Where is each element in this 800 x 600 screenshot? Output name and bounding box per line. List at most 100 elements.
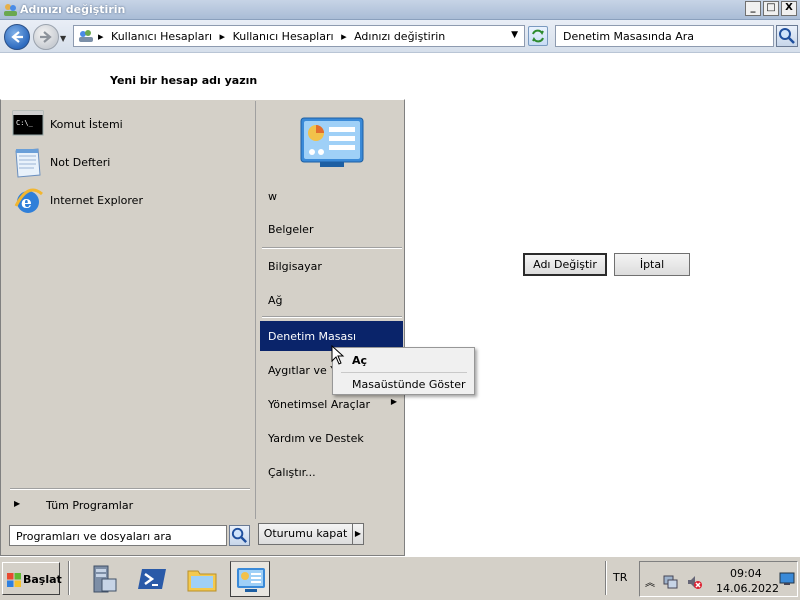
start-label: Başlat bbox=[23, 573, 62, 586]
control-panel-small-icon bbox=[77, 28, 95, 47]
search-icon bbox=[231, 527, 247, 543]
taskbar-control-panel[interactable] bbox=[230, 561, 270, 597]
program-search-button[interactable] bbox=[229, 525, 250, 546]
start-item-run[interactable]: Çalıştır... bbox=[260, 457, 403, 487]
taskbar-server-manager[interactable] bbox=[84, 561, 124, 597]
refresh-icon bbox=[532, 29, 544, 43]
notepad-icon bbox=[12, 148, 44, 178]
start-item-label: Yönetimsel Araçlar bbox=[268, 398, 371, 411]
separator bbox=[68, 561, 70, 595]
show-desktop-icon[interactable] bbox=[779, 572, 795, 589]
clock-time[interactable]: 09:04 bbox=[730, 567, 762, 580]
start-menu-left-panel: C:\_ Komut İstemi Not Defteri e Internet… bbox=[2, 101, 255, 519]
search-input[interactable]: Denetim Masasında Ara bbox=[555, 25, 774, 47]
start-item-label: Ağ bbox=[268, 294, 283, 307]
pinned-item-label: Internet Explorer bbox=[50, 194, 143, 207]
logoff-button[interactable]: Oturumu kapat bbox=[258, 523, 353, 545]
separator bbox=[262, 247, 402, 249]
close-button[interactable]: X bbox=[781, 1, 797, 16]
pinned-item-cmd[interactable]: C:\_ Komut İstemi bbox=[12, 108, 252, 142]
start-item-label: Çalıştır... bbox=[268, 466, 316, 479]
svg-text:C:\_: C:\_ bbox=[16, 119, 34, 127]
title-bar: Adınızı değiştirin _ □ X bbox=[0, 0, 800, 20]
show-hidden-icons-icon[interactable]: ︽ bbox=[645, 574, 655, 589]
breadcrumb-separator[interactable]: ▸ bbox=[220, 30, 226, 43]
pinned-item-label: Komut İstemi bbox=[50, 118, 123, 131]
maximize-button[interactable]: □ bbox=[763, 1, 779, 16]
taskbar-explorer[interactable] bbox=[182, 561, 222, 597]
folder-icon bbox=[187, 570, 217, 592]
all-programs-button[interactable]: ▶ Tüm Programlar bbox=[10, 494, 250, 516]
address-box[interactable]: ▸ Kullanıcı Hesapları ▸ Kullanıcı Hesapl… bbox=[73, 25, 525, 47]
taskbar-powershell[interactable] bbox=[132, 561, 172, 597]
internet-explorer-icon: e bbox=[12, 186, 44, 214]
arrow-right-icon: ▶ bbox=[14, 499, 21, 508]
breadcrumb-item[interactable]: Kullanıcı Hesapları bbox=[111, 30, 212, 43]
breadcrumb-separator[interactable]: ▸ bbox=[341, 30, 347, 43]
network-icon[interactable] bbox=[662, 574, 678, 593]
clock-date[interactable]: 14.06.2022 bbox=[716, 582, 779, 595]
search-button[interactable] bbox=[776, 25, 798, 47]
context-item-label: Masaüstünde Göster bbox=[352, 378, 466, 391]
start-item-label: w bbox=[268, 190, 277, 203]
context-item-show-on-desktop[interactable]: Masaüstünde Göster bbox=[335, 374, 472, 394]
start-menu-right-panel: w Belgeler Bilgisayar Ağ Denetim Masası … bbox=[255, 101, 404, 519]
start-item-network[interactable]: Ağ bbox=[260, 285, 403, 315]
context-item-label: Aç bbox=[352, 354, 368, 367]
control-panel-icon bbox=[237, 568, 265, 592]
start-button[interactable]: Başlat bbox=[2, 562, 62, 595]
minimize-button[interactable]: _ bbox=[745, 1, 761, 16]
start-item-label: Belgeler bbox=[268, 223, 314, 236]
separator bbox=[10, 488, 250, 490]
powershell-icon bbox=[138, 569, 166, 589]
system-tray: ︽ 09:04 14.06.2022 bbox=[639, 561, 798, 597]
program-search-placeholder: Programları ve dosyaları ara bbox=[16, 530, 172, 543]
pinned-item-notepad[interactable]: Not Defteri bbox=[12, 146, 252, 180]
volume-muted-icon[interactable] bbox=[686, 574, 702, 593]
user-accounts-icon bbox=[3, 2, 18, 17]
back-arrow-icon bbox=[11, 31, 23, 43]
cmd-icon: C:\_ bbox=[12, 110, 44, 138]
context-menu: Aç Masaüstünde Göster bbox=[332, 347, 475, 395]
control-panel-icon bbox=[300, 115, 364, 169]
start-item-computer[interactable]: Bilgisayar bbox=[260, 251, 403, 281]
search-icon bbox=[779, 28, 795, 44]
all-programs-label: Tüm Programlar bbox=[46, 499, 134, 512]
window-title: Adınızı değiştirin bbox=[20, 3, 126, 16]
forward-button[interactable] bbox=[33, 24, 59, 50]
breadcrumb-item[interactable]: Kullanıcı Hesapları bbox=[233, 30, 334, 43]
pinned-item-internet-explorer[interactable]: e Internet Explorer bbox=[12, 184, 252, 218]
shutdown-options-button[interactable]: ▶ bbox=[352, 523, 364, 545]
start-item-user[interactable]: w bbox=[260, 181, 403, 211]
pinned-item-label: Not Defteri bbox=[50, 156, 111, 169]
cancel-button[interactable]: İptal bbox=[614, 253, 690, 276]
forward-arrow-icon bbox=[40, 31, 52, 43]
breadcrumb-separator[interactable]: ▸ bbox=[98, 30, 104, 43]
back-button[interactable] bbox=[4, 24, 30, 50]
separator bbox=[605, 561, 607, 595]
refresh-button[interactable] bbox=[528, 26, 548, 46]
windows-logo-icon bbox=[7, 573, 21, 587]
start-item-label: Denetim Masası bbox=[268, 330, 357, 343]
context-item-open[interactable]: Aç bbox=[335, 350, 472, 370]
breadcrumb-item[interactable]: Adınızı değiştirin bbox=[354, 30, 445, 43]
start-item-documents[interactable]: Belgeler bbox=[260, 214, 403, 244]
address-toolbar: ▼ ▸ Kullanıcı Hesapları ▸ Kullanıcı Hesa… bbox=[0, 20, 800, 53]
start-item-label: Yardım ve Destek bbox=[268, 432, 364, 445]
mouse-cursor-icon bbox=[331, 345, 345, 365]
program-search-input[interactable]: Programları ve dosyaları ara bbox=[9, 525, 227, 546]
start-item-help[interactable]: Yardım ve Destek bbox=[260, 423, 403, 453]
rename-button[interactable]: Adı Değiştir bbox=[523, 253, 607, 276]
start-item-label: Bilgisayar bbox=[268, 260, 322, 273]
start-menu: C:\_ Komut İstemi Not Defteri e Internet… bbox=[0, 99, 405, 556]
server-manager-icon bbox=[93, 565, 117, 593]
separator bbox=[262, 316, 402, 318]
search-placeholder: Denetim Masasında Ara bbox=[563, 30, 695, 43]
address-dropdown-icon[interactable]: ▼ bbox=[511, 30, 518, 40]
separator bbox=[341, 372, 467, 373]
history-dropdown-icon[interactable]: ▼ bbox=[60, 34, 66, 43]
submenu-arrow-icon: ▶ bbox=[390, 397, 397, 406]
taskbar: Başlat TR ︽ 09:04 14.06.2022 bbox=[0, 556, 800, 600]
language-indicator[interactable]: TR bbox=[613, 571, 627, 584]
page-heading: Yeni bir hesap adı yazın bbox=[110, 74, 258, 87]
